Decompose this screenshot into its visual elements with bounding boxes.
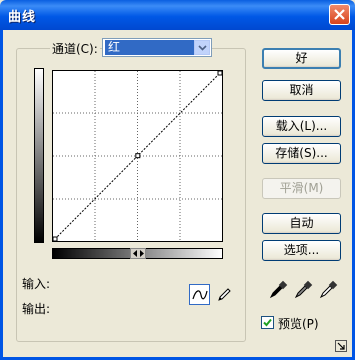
cancel-button[interactable]: 取消 xyxy=(262,80,341,101)
gradient-direction-toggle[interactable] xyxy=(130,248,146,259)
window-frame-left xyxy=(0,30,3,360)
load-button[interactable]: 载入(L)... xyxy=(262,116,341,137)
curve-tool-button[interactable] xyxy=(189,284,210,305)
output-label: 输出: xyxy=(22,302,51,316)
options-button[interactable]: 选项... xyxy=(262,240,341,261)
curve-point[interactable] xyxy=(135,153,141,159)
preview-checkbox[interactable] xyxy=(261,316,274,329)
ok-button[interactable]: 好 xyxy=(262,48,341,69)
auto-button[interactable]: 自动 xyxy=(262,213,341,234)
pencil-tool-icon xyxy=(217,287,231,301)
check-icon xyxy=(263,318,272,327)
output-gradient-bar xyxy=(34,68,44,243)
title-bar: 曲线 xyxy=(0,0,355,30)
gray-eyedropper-icon[interactable] xyxy=(293,280,313,300)
close-button[interactable] xyxy=(329,4,350,25)
curve-point[interactable] xyxy=(52,236,58,242)
save-button[interactable]: 存储(S)... xyxy=(262,143,341,164)
channel-select[interactable]: 红 xyxy=(102,38,212,57)
channel-label: 通道(C): xyxy=(50,40,100,57)
preview-label: 预览(P) xyxy=(278,317,319,331)
curve-graph[interactable] xyxy=(52,70,223,242)
channel-select-value: 红 xyxy=(105,40,194,55)
black-eyedropper-icon[interactable] xyxy=(268,280,288,300)
smooth-button[interactable]: 平滑(M) xyxy=(262,178,341,199)
white-eyedropper-icon[interactable] xyxy=(318,280,338,300)
resize-icon[interactable] xyxy=(335,340,347,352)
channel-select-arrow[interactable] xyxy=(194,40,210,55)
close-icon xyxy=(334,9,345,20)
chevron-down-icon xyxy=(197,44,207,51)
curve-point[interactable] xyxy=(217,70,223,76)
curve-tool-icon xyxy=(191,289,208,299)
window-title: 曲线 xyxy=(8,10,37,25)
double-arrow-icon xyxy=(132,250,144,257)
input-label: 输入: xyxy=(22,277,51,291)
pencil-tool-button[interactable] xyxy=(213,284,234,305)
